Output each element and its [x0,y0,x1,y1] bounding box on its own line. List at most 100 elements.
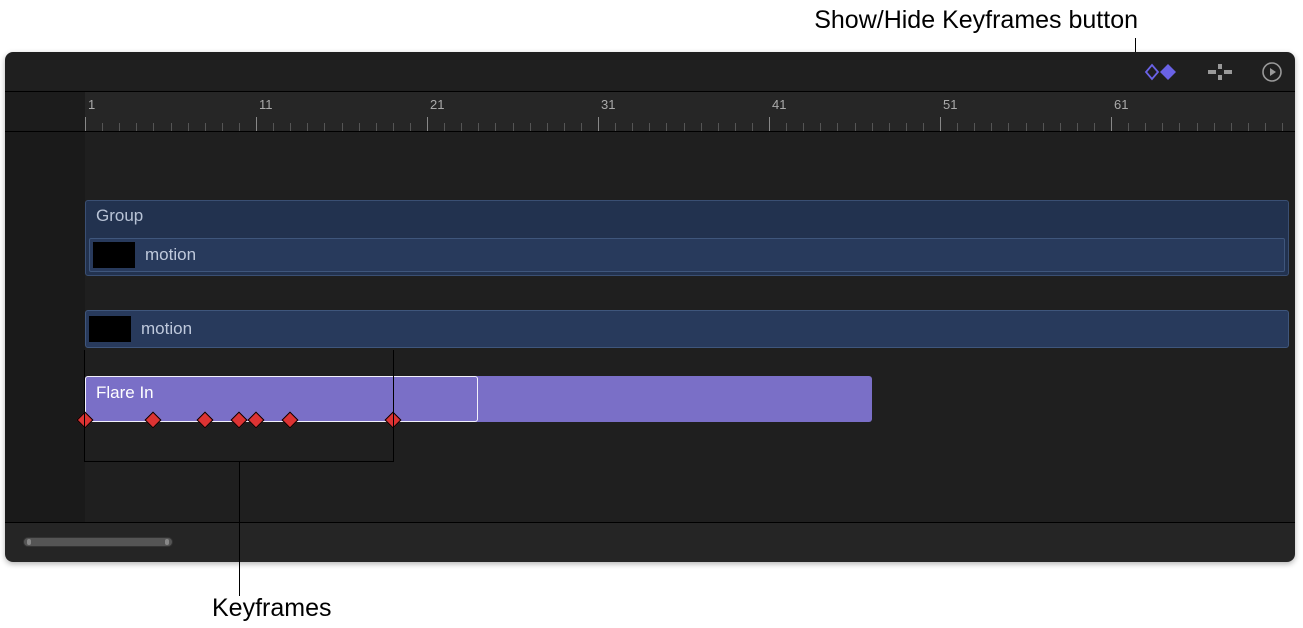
ruler-major-tick [940,117,941,131]
ruler-major-tick [427,117,428,131]
ruler-minor-tick [1248,123,1249,131]
ruler-minor-tick [632,123,633,131]
ruler-tick-label: 51 [943,97,957,112]
ruler-minor-tick [1060,123,1061,131]
ruler-minor-tick [649,123,650,131]
ruler-minor-tick [1094,123,1095,131]
ruler-minor-tick [478,123,479,131]
ruler-minor-tick [735,123,736,131]
ruler-minor-tick [666,123,667,131]
ruler-minor-tick [872,123,873,131]
ruler-minor-tick [205,123,206,131]
ruler-minor-tick [307,123,308,131]
ruler-tick-label: 31 [601,97,615,112]
ruler-major-tick [256,117,257,131]
ruler-minor-tick [530,123,531,131]
scrollbar-handle-right[interactable] [165,539,169,545]
ruler-minor-tick [752,123,753,131]
ruler-minor-tick [188,123,189,131]
ruler-minor-tick [119,123,120,131]
ruler-minor-tick [393,123,394,131]
ruler-minor-tick [410,123,411,131]
ruler-minor-tick [461,123,462,131]
ruler-minor-tick [495,123,496,131]
ruler-tick-label: 1 [88,97,95,112]
annotation-bracket-stem [239,462,240,596]
timeline-footer [5,522,1295,562]
scrollbar-handle-left[interactable] [27,539,31,545]
ruler-minor-tick [564,123,565,131]
ruler-minor-tick [991,123,992,131]
ruler-minor-tick [444,123,445,131]
motion-track-label: motion [141,319,192,339]
ruler-minor-tick [855,123,856,131]
ruler-minor-tick [222,123,223,131]
ruler-minor-tick [324,123,325,131]
ruler-minor-tick [615,123,616,131]
ruler-minor-tick [889,123,890,131]
ruler-minor-tick [1026,123,1027,131]
ruler-minor-tick [1197,123,1198,131]
playback-menu-button[interactable] [1261,61,1283,83]
annotation-bracket [84,350,394,462]
ruler-minor-tick [1145,123,1146,131]
ruler-minor-tick [342,123,343,131]
ruler-minor-tick [803,123,804,131]
ruler-minor-tick [1214,123,1215,131]
ruler-tick-label: 21 [430,97,444,112]
ruler-minor-tick [359,123,360,131]
group-media-bar[interactable]: motion [89,238,1285,272]
ruler-major-tick [769,117,770,131]
ruler-minor-tick [906,123,907,131]
ruler-minor-tick [102,123,103,131]
ruler-minor-tick [923,123,924,131]
ruler-minor-tick [136,123,137,131]
ruler-minor-tick [376,123,377,131]
ruler-minor-tick [684,123,685,131]
ruler-minor-tick [1162,123,1163,131]
snapping-button[interactable] [1205,62,1235,82]
ruler-major-tick [598,117,599,131]
ruler-minor-tick [1128,123,1129,131]
tracks-area: Group motion motion Flare In [5,132,1295,522]
ruler-minor-tick [820,123,821,131]
ruler-minor-tick [581,123,582,131]
ruler-minor-tick [153,123,154,131]
ruler-minor-tick [239,123,240,131]
ruler-major-tick [85,117,86,131]
ruler-minor-tick [547,123,548,131]
ruler-minor-tick [974,123,975,131]
ruler-minor-tick [273,123,274,131]
ruler-minor-tick [957,123,958,131]
annotation-top-label: Show/Hide Keyframes button [814,6,1138,35]
ruler-minor-tick [1043,123,1044,131]
ruler-tick-label: 11 [259,97,273,112]
ruler-minor-tick [513,123,514,131]
ruler-tick-label: 61 [1114,97,1128,112]
show-hide-keyframes-button[interactable] [1143,62,1179,82]
group-track[interactable]: Group motion [85,200,1289,276]
horizontal-scrollbar[interactable] [23,537,173,547]
motion-track[interactable]: motion [85,310,1289,348]
ruler-minor-tick [786,123,787,131]
group-media-label: motion [145,245,196,265]
ruler-minor-tick [718,123,719,131]
ruler-major-tick [1111,117,1112,131]
ruler-minor-tick [171,123,172,131]
ruler-minor-tick [1179,123,1180,131]
ruler-minor-tick [701,123,702,131]
tracks-left-gutter [5,132,85,522]
annotation-bottom-label: Keyframes [212,594,331,623]
ruler-minor-tick [1077,123,1078,131]
timeline-panel: 1112131415161 Group motion motion Flare … [5,52,1295,562]
group-title-label: Group [96,206,143,226]
ruler-tick-label: 41 [772,97,786,112]
keyframes-toggle-icon [1143,62,1179,82]
ruler-minor-tick [1282,123,1283,131]
ruler-minor-tick [290,123,291,131]
ruler-minor-tick [1231,123,1232,131]
media-thumbnail [93,242,135,268]
play-circle-icon [1261,61,1283,83]
timeline-ruler[interactable]: 1112131415161 [5,92,1295,132]
snapping-icon [1205,62,1235,82]
